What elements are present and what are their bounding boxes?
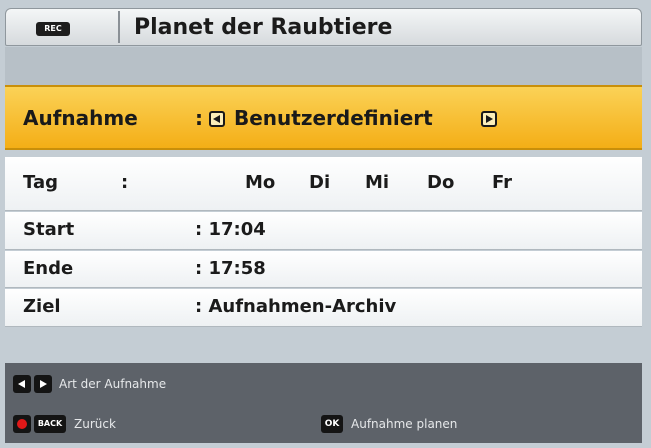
right-arrow-icon[interactable] bbox=[481, 111, 497, 127]
target-label: Ziel bbox=[23, 296, 61, 317]
back-key-icon: BACK bbox=[34, 415, 66, 433]
right-key-icon bbox=[34, 375, 52, 393]
title-divider bbox=[118, 11, 120, 43]
start-time-value[interactable]: : 17:04 bbox=[195, 219, 266, 240]
back-hint: Zurück bbox=[74, 417, 116, 431]
end-label: Ende bbox=[23, 258, 74, 279]
recording-mode-label: Aufnahme bbox=[23, 106, 138, 130]
footer-hints: Art der Aufnahme BACK Zurück OK Aufnahme… bbox=[5, 363, 642, 443]
art-hint: Art der Aufnahme bbox=[59, 377, 167, 391]
end-time-value[interactable]: : 17:58 bbox=[195, 258, 266, 279]
left-arrow-icon[interactable] bbox=[209, 111, 225, 127]
spacer-band bbox=[5, 47, 642, 85]
day-wednesday[interactable]: Mi bbox=[365, 172, 389, 193]
day-colon: : bbox=[121, 172, 129, 193]
target-value[interactable]: : Aufnahmen-Archiv bbox=[195, 296, 396, 317]
red-button-icon bbox=[13, 415, 31, 433]
left-key-icon bbox=[13, 375, 31, 393]
spacer-band bbox=[5, 328, 642, 363]
start-label: Start bbox=[23, 219, 75, 240]
recording-mode-colon: : bbox=[195, 106, 203, 130]
target-row[interactable]: Ziel : Aufnahmen-Archiv bbox=[5, 289, 642, 327]
day-thursday[interactable]: Do bbox=[427, 172, 454, 193]
recording-mode-value[interactable]: Benutzerdefiniert bbox=[234, 106, 433, 130]
ok-key-icon: OK bbox=[321, 415, 343, 433]
recording-mode-row[interactable]: Aufnahme : Benutzerdefiniert bbox=[5, 85, 642, 150]
title-bar: REC Planet der Raubtiere bbox=[5, 8, 642, 46]
spacer-band bbox=[5, 150, 642, 157]
program-title: Planet der Raubtiere bbox=[134, 15, 393, 40]
day-monday[interactable]: Mo bbox=[245, 172, 275, 193]
recording-dialog: REC Planet der Raubtiere Aufnahme : Benu… bbox=[0, 0, 651, 448]
day-tuesday[interactable]: Di bbox=[309, 172, 330, 193]
ok-hint: Aufnahme planen bbox=[351, 417, 458, 431]
end-row[interactable]: Ende : 17:58 bbox=[5, 251, 642, 288]
day-row[interactable]: Tag : Mo Di Mi Do Fr bbox=[5, 157, 642, 211]
day-friday[interactable]: Fr bbox=[492, 172, 512, 193]
rec-icon: REC bbox=[36, 22, 70, 36]
start-row[interactable]: Start : 17:04 bbox=[5, 212, 642, 250]
day-label: Tag bbox=[23, 172, 58, 193]
